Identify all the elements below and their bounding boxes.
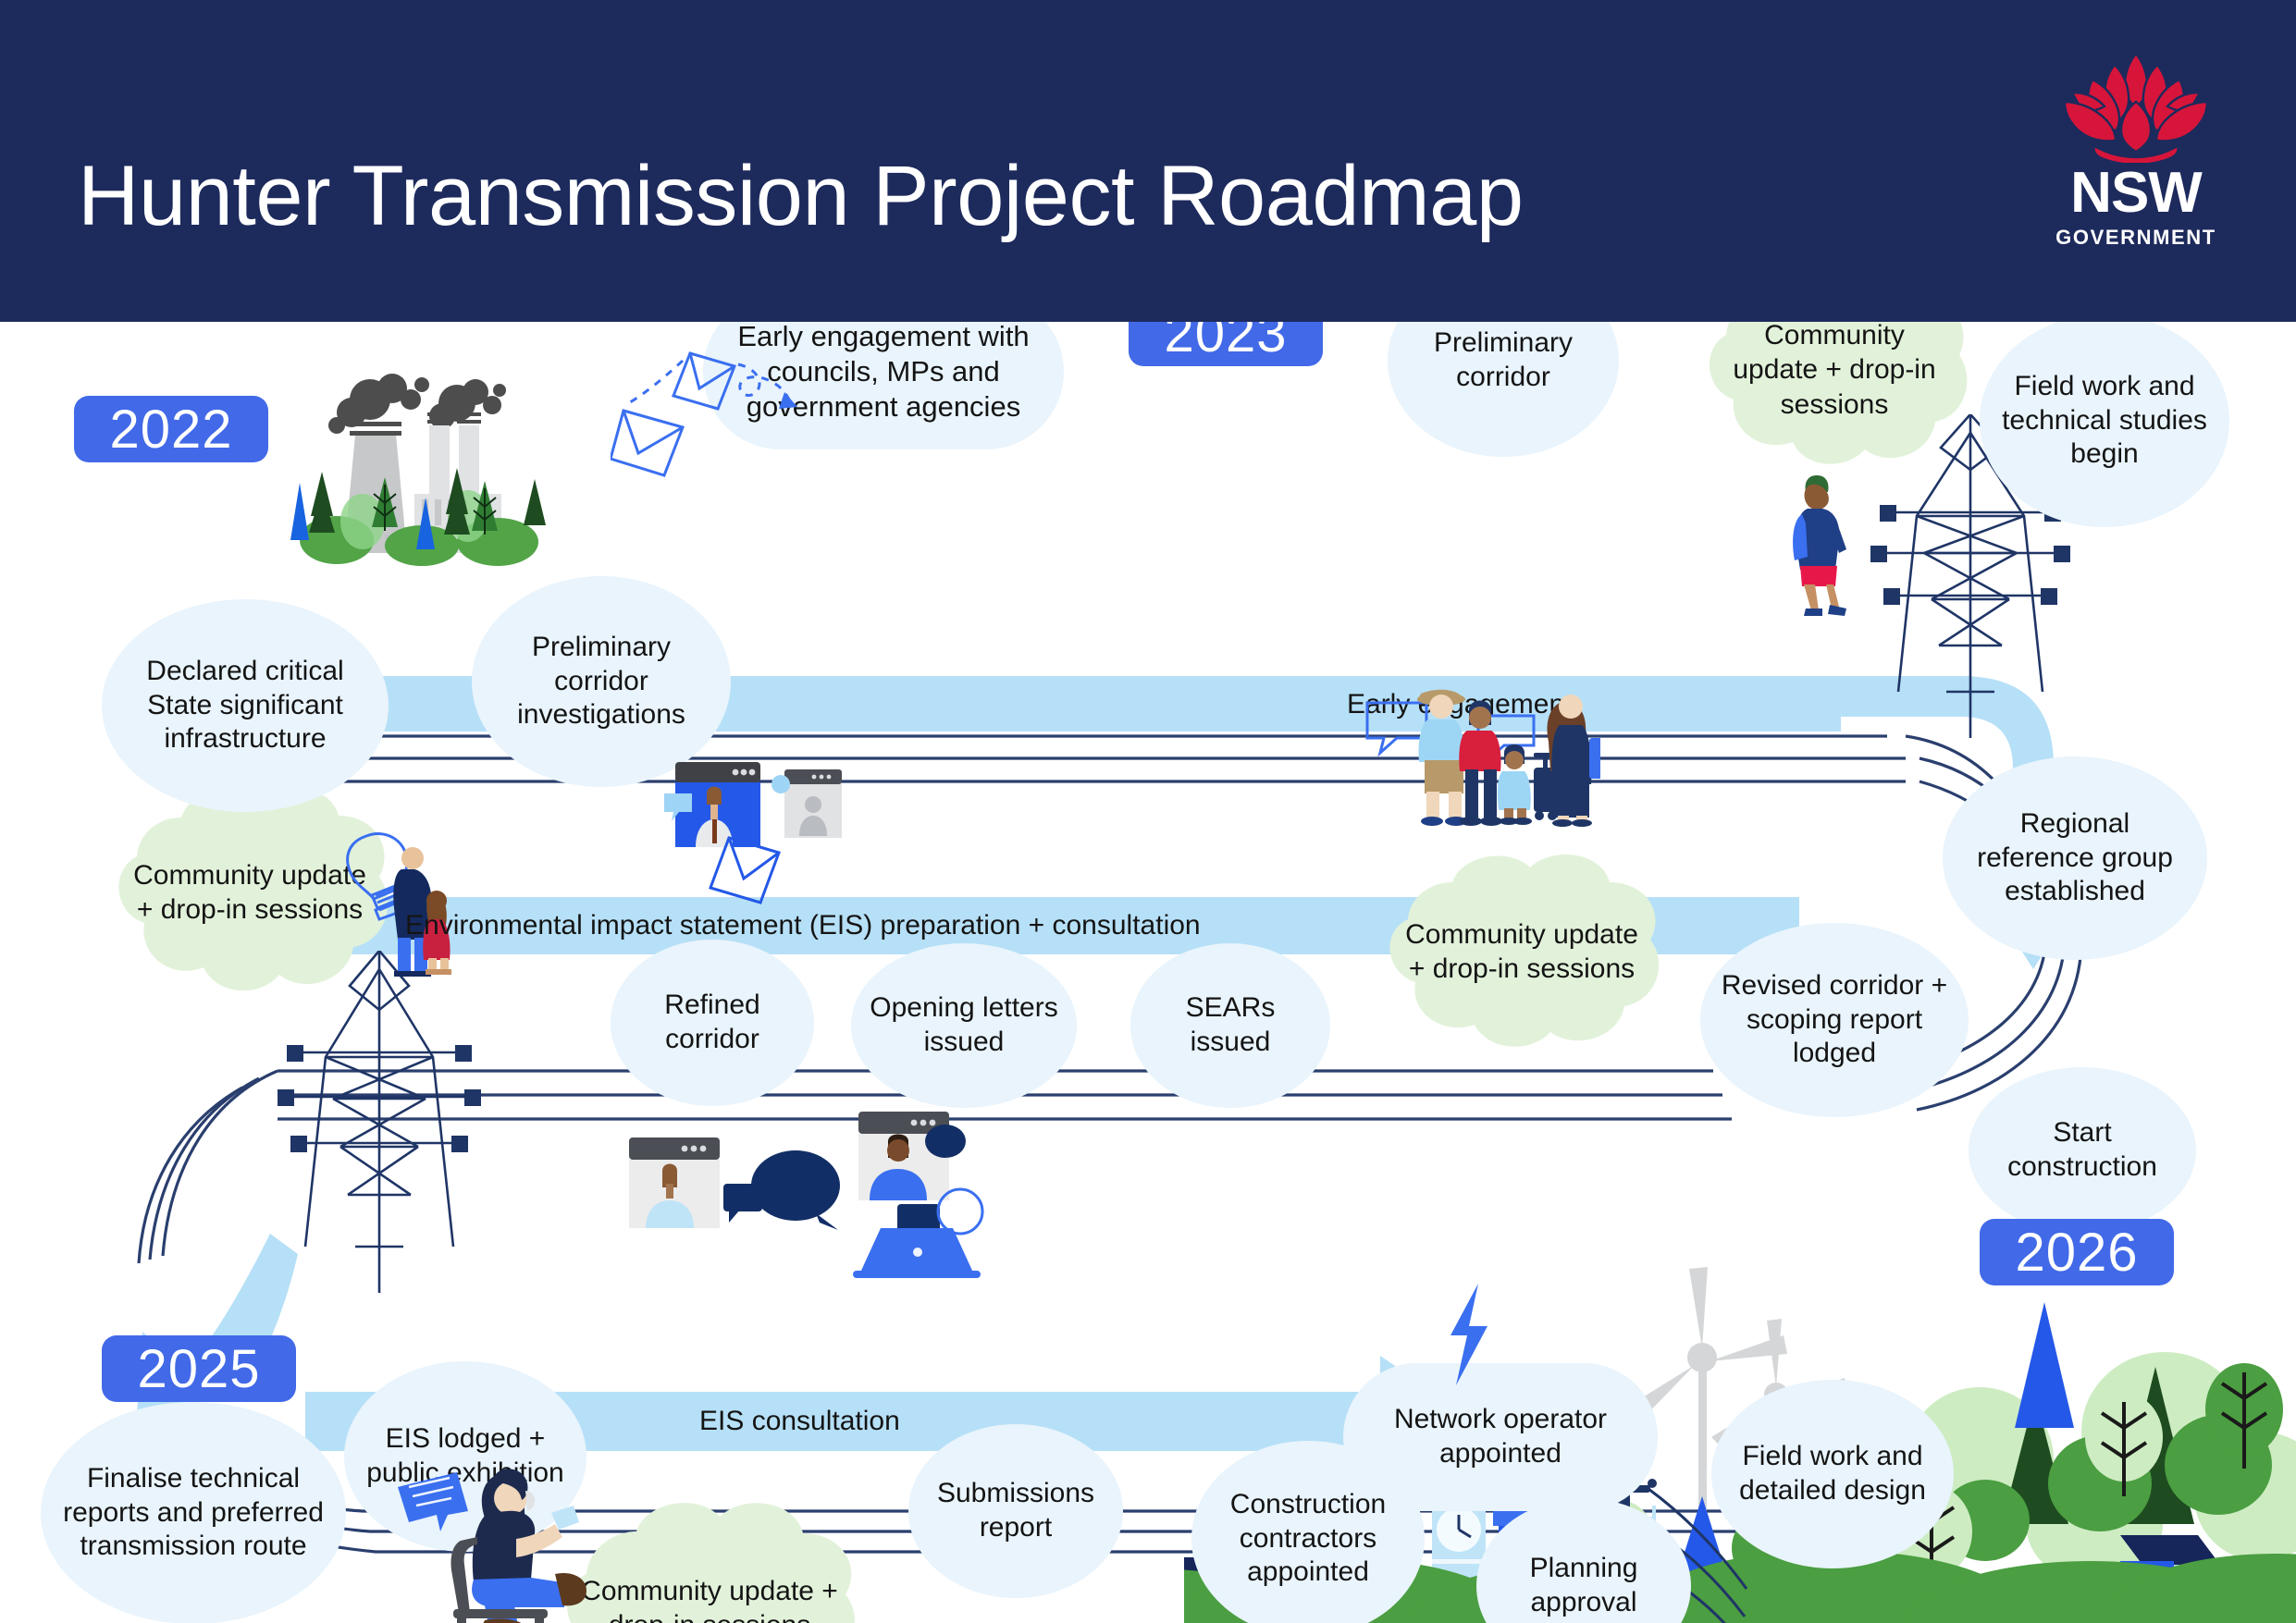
year-badge-2025: 2025	[102, 1335, 296, 1402]
node-community-update-1-label: Community update + drop-in sessions	[1733, 322, 1936, 420]
page-title: Hunter Transmission Project Roadmap	[78, 149, 1524, 243]
node-construction-contractors: Construction contractors appointed	[1191, 1441, 1425, 1623]
power-station-illustration	[290, 374, 546, 566]
year-badge-2026: 2026	[1980, 1219, 2174, 1285]
node-community-update-3-label: Community update + drop-in sessions	[1405, 918, 1638, 985]
year-badge-2023: 2023	[1129, 322, 1323, 366]
nsw-government-logo: NSW GOVERNMENT	[2048, 44, 2224, 271]
node-preliminary-corridor-investigations: Preliminary corridor investigations	[472, 576, 731, 787]
video-call-illustration	[629, 1112, 984, 1278]
year-badge-2022: 2022	[74, 396, 268, 462]
lightning-bolt-icon	[1450, 1284, 1487, 1385]
node-refined-corridor: Refined corridor	[611, 940, 814, 1106]
walking-person-illustration	[1793, 475, 1846, 616]
online-engagement-illustration	[664, 762, 842, 904]
lightbulb-family-illustration	[346, 832, 451, 977]
nsw-logo-subtitle: GOVERNMENT	[2055, 226, 2216, 249]
waratah-icon	[2063, 52, 2209, 163]
node-field-work-detailed-design: Field work and detailed design	[1711, 1380, 1954, 1568]
node-finalise-technical-reports: Finalise technical reports and preferred…	[41, 1402, 346, 1623]
node-field-work-technical: Field work and technical studies begin	[1980, 322, 2229, 527]
band-label-eis-preparation: Environmental impact statement (EIS) pre…	[405, 910, 1201, 941]
node-declared-critical-ssi: Declared critical State significant infr…	[102, 599, 389, 812]
seated-person-illustration	[398, 1469, 586, 1623]
node-submissions-report: Submissions report	[908, 1424, 1123, 1598]
roadmap-infographic: Hunter Transmission Project Roadmap NSW …	[0, 0, 2296, 1623]
node-sears-issued: SEARs issued	[1130, 943, 1330, 1108]
page-header: Hunter Transmission Project Roadmap NSW …	[0, 0, 2296, 322]
nsw-logo-text: NSW	[2070, 161, 2203, 225]
node-revised-corridor-scoping: Revised corridor + scoping report lodged	[1700, 923, 1969, 1117]
node-regional-reference-group: Regional reference group established	[1943, 756, 2207, 960]
node-opening-letters: Opening letters issued	[851, 943, 1077, 1108]
band-label-eis-consultation: EIS consultation	[699, 1406, 900, 1436]
node-community-update-3: Community update + drop-in sessions	[1369, 845, 1674, 1058]
roadmap-canvas: 2022 Early engagement with councils, MPs…	[0, 322, 2296, 1623]
node-community-update-1: Community update + drop-in sessions	[1691, 322, 1978, 481]
node-start-construction: Start construction	[1969, 1067, 2196, 1234]
envelope-illustration	[611, 351, 797, 477]
community-family-illustration	[1365, 689, 1600, 827]
